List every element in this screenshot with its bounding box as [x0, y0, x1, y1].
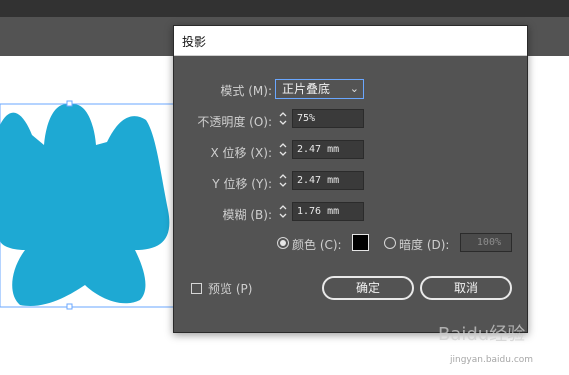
opacity-stepper[interactable] — [276, 109, 290, 128]
dialog-titlebar[interactable]: 投影 — [174, 26, 527, 56]
handle-top-center[interactable] — [66, 100, 73, 107]
chevron-down-icon: ⌄ — [349, 82, 359, 95]
mode-label: 模式 (M): — [220, 84, 272, 98]
preview-checkbox[interactable] — [191, 283, 202, 294]
handle-bottom-center[interactable] — [66, 303, 73, 310]
color-option-label: 颜色 (C): — [292, 238, 342, 252]
ok-button[interactable]: 确定 — [322, 276, 414, 300]
y-offset-input[interactable]: 2.47 mm — [292, 171, 364, 190]
y-offset-label: Y 位移 (Y): — [212, 177, 272, 191]
application-top-bar — [0, 0, 569, 17]
opacity-label: 不透明度 (O): — [197, 115, 272, 129]
mode-select-value: 正片叠底 — [282, 82, 331, 96]
blur-stepper[interactable] — [276, 202, 290, 221]
opacity-input[interactable]: 75% — [292, 109, 364, 128]
x-offset-input[interactable]: 2.47 mm — [292, 140, 364, 159]
radio-selected-dot — [280, 240, 286, 246]
x-offset-stepper[interactable] — [276, 140, 290, 159]
drop-shadow-dialog: 投影 模式 (M): 正片叠底 ⌄ 不透明度 (O): 75% X 位移 (X)… — [173, 25, 528, 333]
shadow-color-swatch[interactable] — [352, 234, 369, 251]
blur-input[interactable]: 1.76 mm — [292, 202, 364, 221]
shape-path — [0, 104, 170, 306]
darkness-radio[interactable] — [384, 237, 396, 249]
dialog-title: 投影 — [182, 35, 207, 49]
color-radio[interactable] — [277, 237, 289, 249]
mode-select[interactable]: 正片叠底 ⌄ — [275, 79, 364, 99]
preview-label: 预览 (P) — [208, 282, 253, 296]
blur-label: 模糊 (B): — [222, 208, 272, 222]
y-offset-stepper[interactable] — [276, 171, 290, 190]
x-offset-label: X 位移 (X): — [210, 146, 272, 160]
watermark-brand: Baidu经验 — [438, 324, 526, 345]
cancel-button[interactable]: 取消 — [420, 276, 512, 300]
watermark-url: jingyan.baidu.com — [450, 355, 534, 365]
darkness-option-label: 暗度 (D): — [399, 238, 450, 252]
darkness-input[interactable]: 100% — [460, 233, 512, 252]
